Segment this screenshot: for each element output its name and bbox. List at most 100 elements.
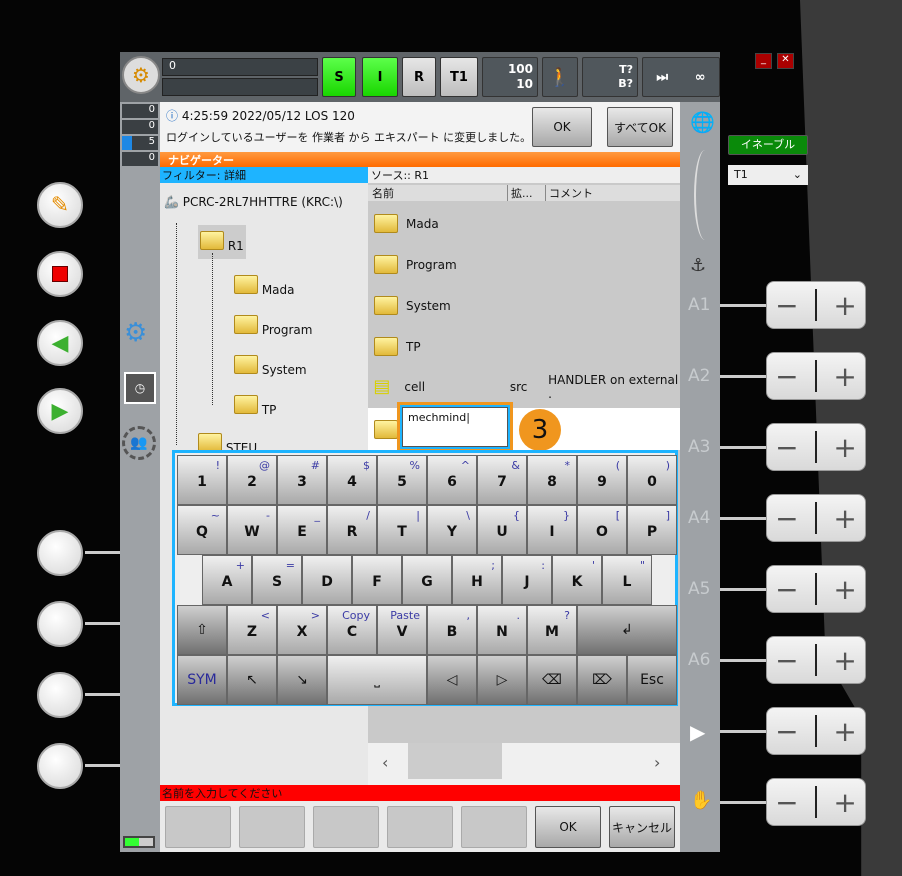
start-backward-button[interactable]: ◀ — [37, 320, 83, 366]
key-switch-1[interactable] — [37, 530, 83, 576]
jog-key-a6[interactable]: − + — [766, 636, 866, 684]
key-8[interactable]: 8 * — [527, 455, 577, 505]
jog-key-a1[interactable]: − + — [766, 281, 866, 329]
sym-key[interactable]: SYM — [177, 655, 227, 705]
mode-status[interactable]: T1 — [440, 57, 478, 97]
file-row[interactable]: ▤ cell src HANDLER on external . — [360, 366, 680, 407]
cancel-button[interactable]: キャンセル — [609, 806, 675, 848]
minus-icon[interactable]: − — [775, 715, 798, 748]
stop-msg-count[interactable]: 0 — [122, 104, 158, 118]
key-d[interactable]: D — [302, 555, 352, 605]
key-h[interactable]: H; — [452, 555, 502, 605]
key-k[interactable]: K ' — [552, 555, 602, 605]
minus-icon[interactable]: − — [775, 502, 798, 535]
key-switch-3[interactable] — [37, 672, 83, 718]
key-p[interactable]: P] — [627, 505, 677, 555]
key-u[interactable]: U{ — [477, 505, 527, 555]
space-key[interactable]: ⎵ — [327, 655, 427, 705]
home-arrow-key[interactable]: ↖ — [227, 655, 277, 705]
key-0[interactable]: 0) — [627, 455, 677, 505]
key-m[interactable]: M? — [527, 605, 577, 655]
plus-icon[interactable]: + — [833, 431, 856, 464]
ack-ok-button[interactable]: OK — [532, 107, 592, 147]
column-name[interactable]: 名前 — [368, 185, 508, 201]
robot-interpreter-status[interactable]: R — [402, 57, 436, 97]
key-l[interactable]: L " — [602, 555, 652, 605]
key-9[interactable]: 9( — [577, 455, 627, 505]
override-button[interactable]: 100 10 — [482, 57, 538, 97]
tree-root[interactable]: 🦾 PCRC-2RL7HHTTRE (KRC:\) — [164, 195, 343, 209]
shift-key[interactable]: ⇧ — [177, 605, 227, 655]
softkey-empty[interactable] — [239, 806, 305, 848]
jog-key-extra-1[interactable]: − + — [766, 707, 866, 755]
key-2[interactable]: 2 @ — [227, 455, 277, 505]
key-6[interactable]: 6 ^ — [427, 455, 477, 505]
file-row[interactable]: System — [360, 285, 680, 326]
filter-label[interactable]: フィルター: 詳細 — [160, 167, 368, 183]
key-x[interactable]: X > — [277, 605, 327, 655]
drives-status[interactable]: I — [362, 57, 398, 97]
close-button[interactable]: ✕ — [777, 53, 794, 69]
end-arrow-key[interactable]: ↘ — [277, 655, 327, 705]
key-q[interactable]: Q ~ — [177, 505, 227, 555]
wait-msg-count[interactable]: 0 — [122, 152, 158, 166]
minimize-button[interactable]: _ — [755, 53, 772, 69]
tree-item-r1[interactable]: R1 — [198, 225, 246, 259]
delete-key[interactable]: ⌦ — [577, 655, 627, 705]
scroll-right-icon[interactable]: › — [654, 753, 660, 772]
key-i[interactable]: I} — [527, 505, 577, 555]
hand-icon[interactable]: ✋ — [690, 790, 712, 811]
key-5[interactable]: 5% — [377, 455, 427, 505]
mode-select[interactable]: T1 ⌄ — [728, 165, 808, 185]
key-c[interactable]: C Copy — [327, 605, 377, 655]
cursor-right-key[interactable]: ▷ — [477, 655, 527, 705]
plus-icon[interactable]: + — [833, 289, 856, 322]
edit-pencil-button[interactable]: ✎ — [37, 182, 83, 228]
key-r[interactable]: R / — [327, 505, 377, 555]
enter-key[interactable]: ↲ — [577, 605, 677, 655]
jog-key-a2[interactable]: − + — [766, 352, 866, 400]
tree-item-system[interactable]: System — [234, 355, 307, 377]
key-n[interactable]: N. — [477, 605, 527, 655]
key-z[interactable]: Z < — [227, 605, 277, 655]
plus-icon[interactable]: + — [833, 360, 856, 393]
minus-icon[interactable]: − — [775, 431, 798, 464]
softkey-empty[interactable] — [165, 806, 231, 848]
key-4[interactable]: 4 $ — [327, 455, 377, 505]
tree-item-mada[interactable]: Mada — [234, 275, 295, 297]
plus-icon[interactable]: + — [833, 502, 856, 535]
enable-button[interactable]: イネーブル — [728, 135, 808, 155]
horizontal-scrollbar[interactable]: ‹ › — [368, 743, 680, 785]
softkey-empty[interactable] — [461, 806, 527, 848]
increment-button[interactable]: ⏭ ∞ — [642, 57, 720, 97]
scroll-left-icon[interactable]: ‹ — [382, 753, 388, 772]
cursor-left-key[interactable]: ◁ — [427, 655, 477, 705]
minus-icon[interactable]: − — [775, 360, 798, 393]
backspace-key[interactable]: ⌫ — [527, 655, 577, 705]
key-7[interactable]: 7 & — [477, 455, 527, 505]
key-o[interactable]: O[ — [577, 505, 627, 555]
warning-msg-count[interactable]: 0 — [122, 120, 158, 134]
tool-base-button[interactable]: T? B? — [582, 57, 638, 97]
plus-icon[interactable]: + — [833, 786, 856, 819]
play-icon[interactable]: ▶ — [690, 720, 705, 744]
submit-status[interactable]: S — [322, 57, 356, 97]
minus-icon[interactable]: − — [775, 573, 798, 606]
stop-button[interactable] — [37, 251, 83, 297]
ok-button[interactable]: OK — [535, 806, 601, 848]
ack-all-button[interactable]: すべてOK — [607, 107, 673, 147]
plus-icon[interactable]: + — [833, 715, 856, 748]
kuka-logo-button[interactable]: ⚙ — [122, 56, 160, 94]
jog-key-extra-2[interactable]: − + — [766, 778, 866, 826]
robot-base-icon[interactable]: ⚓ — [690, 255, 706, 276]
tree-item-tp[interactable]: TP — [234, 395, 276, 417]
jog-key-a3[interactable]: − + — [766, 423, 866, 471]
column-comment[interactable]: コメント — [546, 185, 593, 201]
main-menu-gear-icon[interactable]: ⚙ — [124, 318, 147, 348]
key-s[interactable]: S = — [252, 555, 302, 605]
jog-key-a4[interactable]: − + — [766, 494, 866, 542]
jog-mode-walk-icon[interactable]: 🚶 — [542, 57, 578, 97]
key-1[interactable]: 1! — [177, 455, 227, 505]
key-e[interactable]: E _ — [277, 505, 327, 555]
scroll-thumb[interactable] — [408, 743, 502, 779]
